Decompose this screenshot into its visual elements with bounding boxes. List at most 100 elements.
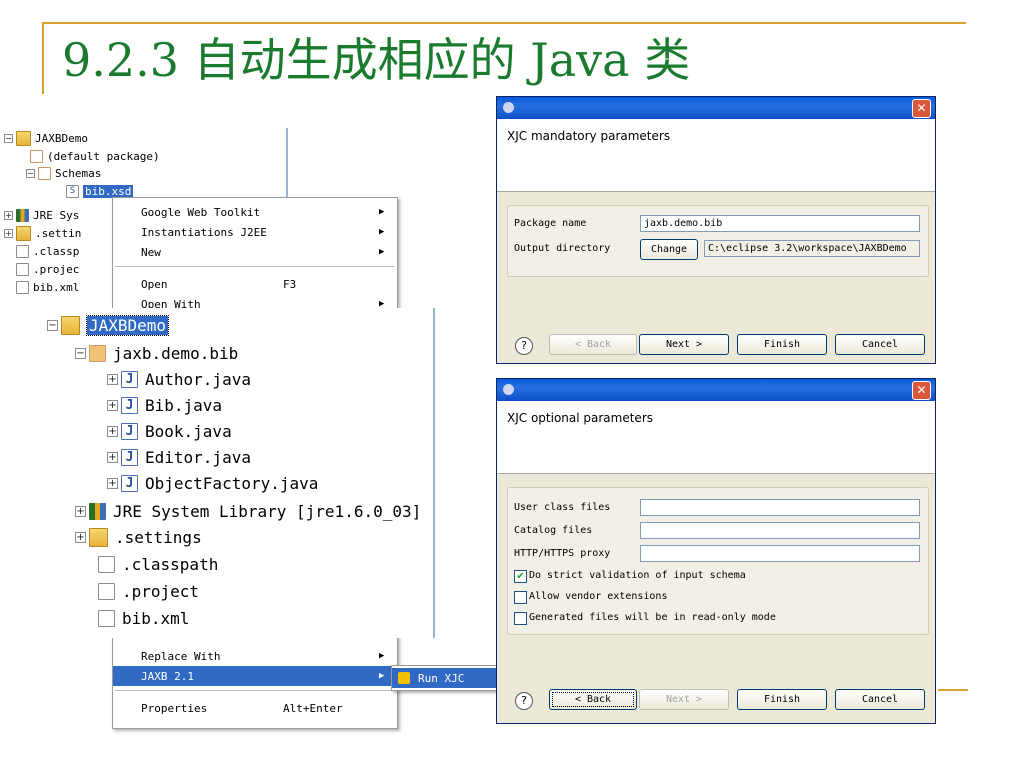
file-icon xyxy=(16,244,29,258)
xjc-mandatory-dialog: ✕ XJC mandatory parameters Package name … xyxy=(496,96,936,364)
cancel-button[interactable]: Cancel xyxy=(835,334,925,355)
next-button[interactable]: Next > xyxy=(639,334,729,355)
back-button[interactable]: < Back xyxy=(549,689,637,710)
expand-toggle[interactable]: + xyxy=(75,531,86,543)
expand-toggle[interactable]: + xyxy=(4,210,13,220)
change-button[interactable]: Change xyxy=(640,239,698,260)
collapse-toggle[interactable]: − xyxy=(4,133,13,143)
tree-item-default-package[interactable]: (default package) xyxy=(30,148,160,164)
cancel-button[interactable]: Cancel xyxy=(835,689,925,710)
expand-toggle[interactable]: + xyxy=(107,373,118,385)
strict-validation-checkbox[interactable]: ✔ xyxy=(514,570,527,583)
submenu-arrow-icon: ▶ xyxy=(379,671,385,681)
jaxb-submenu: Run XJC xyxy=(391,665,497,691)
tree-item-jaxbdemo[interactable]: − JAXBDemo xyxy=(4,130,88,146)
expand-toggle[interactable]: + xyxy=(107,399,118,411)
user-class-files-input[interactable] xyxy=(640,499,920,516)
tree-item-label: .project xyxy=(122,581,200,601)
tree-item-label: Editor.java xyxy=(145,447,251,467)
tree-item-objectfactory[interactable]: + J ObjectFactory.java xyxy=(107,470,318,496)
java-file-icon: J xyxy=(121,396,138,414)
submenu-arrow-icon: ▶ xyxy=(379,651,385,661)
expand-toggle[interactable]: + xyxy=(107,477,118,489)
tree-item-label: (default package) xyxy=(47,149,160,163)
close-icon[interactable]: ✕ xyxy=(912,381,931,400)
menu-item-label: Run XJC xyxy=(418,671,465,685)
menu-item-run-xjc[interactable]: Run XJC xyxy=(392,668,496,688)
tree-item-settings[interactable]: + .settin xyxy=(4,225,81,241)
menu-item-open[interactable]: Open F3 xyxy=(113,274,397,294)
collapse-toggle[interactable]: − xyxy=(75,347,86,359)
package-name-label: Package name xyxy=(514,218,587,229)
expand-toggle[interactable]: + xyxy=(75,505,86,517)
back-button[interactable]: < Back xyxy=(549,334,637,355)
expand-toggle[interactable]: + xyxy=(107,425,118,437)
read-only-checkbox[interactable] xyxy=(514,612,527,625)
proxy-input[interactable] xyxy=(640,545,920,562)
tree-item-book[interactable]: + J Book.java xyxy=(107,418,232,444)
menu-item-instantiations-j2ee[interactable]: Instantiations J2EE ▶ xyxy=(113,222,397,242)
vendor-extensions-checkbox[interactable] xyxy=(514,591,527,604)
tree-item-jre-library[interactable]: + JRE System Library [jre1.6.0_03] xyxy=(75,498,421,524)
tree-item-package[interactable]: − jaxb.demo.bib xyxy=(75,340,238,366)
submenu-arrow-icon: ▶ xyxy=(379,207,385,217)
menu-item-replace-with[interactable]: Replace With ▶ xyxy=(113,646,397,666)
menu-item-google-web-toolkit[interactable]: Google Web Toolkit ▶ xyxy=(113,202,397,222)
tree-item-classpath[interactable]: .classpath xyxy=(98,551,218,577)
tree-item-schemas[interactable]: − Schemas xyxy=(26,165,101,181)
package-name-input[interactable]: jaxb.demo.bib xyxy=(640,215,920,232)
tree-item-jaxbdemo[interactable]: − JAXBDemo xyxy=(47,312,170,338)
tree-item-label: .settin xyxy=(35,226,82,240)
menu-item-label: New xyxy=(141,245,161,259)
schema-file-icon: S xyxy=(66,184,79,198)
menu-separator xyxy=(115,690,395,691)
tree-item-bib-xml[interactable]: bib.xml xyxy=(16,279,79,295)
collapse-toggle[interactable]: − xyxy=(26,168,35,178)
tree-item-project[interactable]: .project xyxy=(98,578,199,604)
help-icon[interactable]: ? xyxy=(515,692,533,710)
expand-toggle[interactable]: + xyxy=(4,228,13,238)
tree-item-label: jaxb.demo.bib xyxy=(113,343,239,363)
expand-toggle[interactable]: + xyxy=(107,451,118,463)
xjc-optional-dialog: ✕ XJC optional parameters User class fil… xyxy=(496,378,936,724)
tree-item-bib-xml[interactable]: bib.xml xyxy=(98,605,189,631)
file-icon xyxy=(98,555,115,573)
parameters-group: Package name jaxb.demo.bib Output direct… xyxy=(507,205,929,277)
catalog-files-input[interactable] xyxy=(640,522,920,539)
menu-item-properties[interactable]: Properties Alt+Enter xyxy=(113,698,397,718)
menu-item-new[interactable]: New ▶ xyxy=(113,242,397,262)
proxy-label: HTTP/HTTPS proxy xyxy=(514,548,611,559)
file-icon xyxy=(16,280,29,294)
tree-item-label: JRE System Library [jre1.6.0_03] xyxy=(113,501,422,521)
menu-item-label: Open xyxy=(141,277,168,291)
tree-item-jre-system[interactable]: + JRE Sys xyxy=(4,207,79,223)
output-directory-field: C:\eclipse 3.2\workspace\JAXBDemo xyxy=(704,240,920,257)
tree-item-editor[interactable]: + J Editor.java xyxy=(107,444,251,470)
java-file-icon: J xyxy=(121,422,138,440)
collapse-toggle[interactable]: − xyxy=(47,319,58,331)
dialog-header: XJC optional parameters xyxy=(497,401,935,474)
tree-item-settings[interactable]: + .settings xyxy=(75,524,202,550)
finish-button[interactable]: Finish xyxy=(737,689,827,710)
tree-item-classpath[interactable]: .classp xyxy=(16,243,79,259)
tree-item-project[interactable]: .projec xyxy=(16,261,79,277)
project-folder-icon xyxy=(61,315,80,335)
finish-button[interactable]: Finish xyxy=(737,334,827,355)
xjc-run-icon xyxy=(398,672,410,684)
menu-item-label: JAXB 2.1 xyxy=(141,669,194,683)
menu-item-shortcut: F3 xyxy=(283,277,297,291)
tree-item-bib[interactable]: + J Bib.java xyxy=(107,392,222,418)
package-icon xyxy=(30,149,43,163)
dialog-heading: XJC mandatory parameters xyxy=(507,129,671,143)
menu-item-label: Replace With xyxy=(141,649,221,663)
dialog-header: XJC mandatory parameters xyxy=(497,119,935,192)
file-icon xyxy=(98,582,115,600)
title-rule-top xyxy=(42,22,966,24)
tree-item-label: Book.java xyxy=(145,421,232,441)
tree-item-author[interactable]: + J Author.java xyxy=(107,366,251,392)
menu-separator xyxy=(115,266,395,267)
menu-item-jaxb[interactable]: JAXB 2.1 ▶ xyxy=(113,666,397,686)
next-button[interactable]: Next > xyxy=(639,689,729,710)
close-icon[interactable]: ✕ xyxy=(912,99,931,118)
help-icon[interactable]: ? xyxy=(515,337,533,355)
